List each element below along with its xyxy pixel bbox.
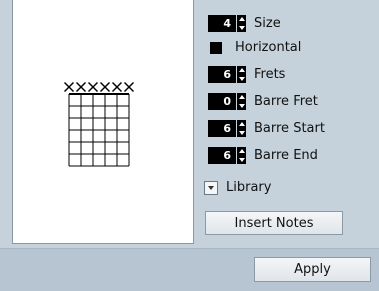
library-row: Library	[204, 178, 271, 197]
barre-fret-value[interactable]: 0	[208, 93, 236, 110]
barre-fret-label: Barre Fret	[254, 94, 318, 109]
barre-end-spinner[interactable]: 6	[208, 147, 246, 164]
horizontal-row: Horizontal	[208, 38, 301, 57]
barre-fret-spinner[interactable]: 0	[208, 93, 246, 110]
frets-label: Frets	[254, 67, 286, 82]
arrow-down-icon[interactable]	[238, 77, 245, 81]
arrow-down-icon[interactable]	[238, 104, 245, 108]
barre-start-label: Barre Start	[254, 121, 325, 136]
barre-fret-stepper-arrows[interactable]	[237, 93, 246, 110]
arrow-up-icon[interactable]	[238, 122, 245, 126]
size-row: 4 Size	[208, 14, 281, 33]
frets-row: 6 Frets	[208, 65, 285, 84]
arrow-up-icon[interactable]	[238, 95, 245, 99]
frets-value[interactable]: 6	[208, 66, 236, 83]
size-spinner[interactable]: 4	[208, 15, 246, 32]
barre-end-stepper-arrows[interactable]	[237, 147, 246, 164]
arrow-down-icon[interactable]	[238, 26, 245, 30]
barre-fret-row: 0 Barre Fret	[208, 92, 318, 111]
frets-stepper-arrows[interactable]	[237, 66, 246, 83]
apply-button[interactable]: Apply	[254, 257, 371, 282]
chord-editor-dialog: 4 Size Horizontal 6 Frets 0 Barre Fret 6…	[0, 0, 379, 291]
chord-diagram	[64, 82, 134, 167]
library-dropdown-button[interactable]	[204, 180, 218, 195]
arrow-up-icon[interactable]	[238, 149, 245, 153]
arrow-up-icon[interactable]	[238, 17, 245, 21]
barre-start-value[interactable]: 6	[208, 120, 236, 137]
frets-spinner[interactable]: 6	[208, 66, 246, 83]
barre-start-row: 6 Barre Start	[208, 119, 325, 138]
chord-preview	[12, 0, 194, 244]
horizontal-label: Horizontal	[235, 40, 302, 55]
size-label: Size	[254, 16, 281, 31]
horizontal-checkbox[interactable]	[210, 41, 222, 54]
barre-start-stepper-arrows[interactable]	[237, 120, 246, 137]
barre-end-label: Barre End	[254, 148, 318, 163]
chevron-down-icon[interactable]	[208, 185, 214, 190]
size-stepper-arrows[interactable]	[237, 15, 246, 32]
arrow-down-icon[interactable]	[238, 158, 245, 162]
library-label: Library	[226, 180, 272, 195]
settings-panel: 4 Size Horizontal 6 Frets 0 Barre Fret 6…	[0, 0, 379, 249]
arrow-down-icon[interactable]	[238, 131, 245, 135]
arrow-up-icon[interactable]	[238, 68, 245, 72]
barre-start-spinner[interactable]: 6	[208, 120, 246, 137]
barre-end-value[interactable]: 6	[208, 147, 236, 164]
size-value[interactable]: 4	[208, 15, 236, 32]
barre-end-row: 6 Barre End	[208, 146, 318, 165]
insert-notes-button[interactable]: Insert Notes	[205, 211, 343, 235]
